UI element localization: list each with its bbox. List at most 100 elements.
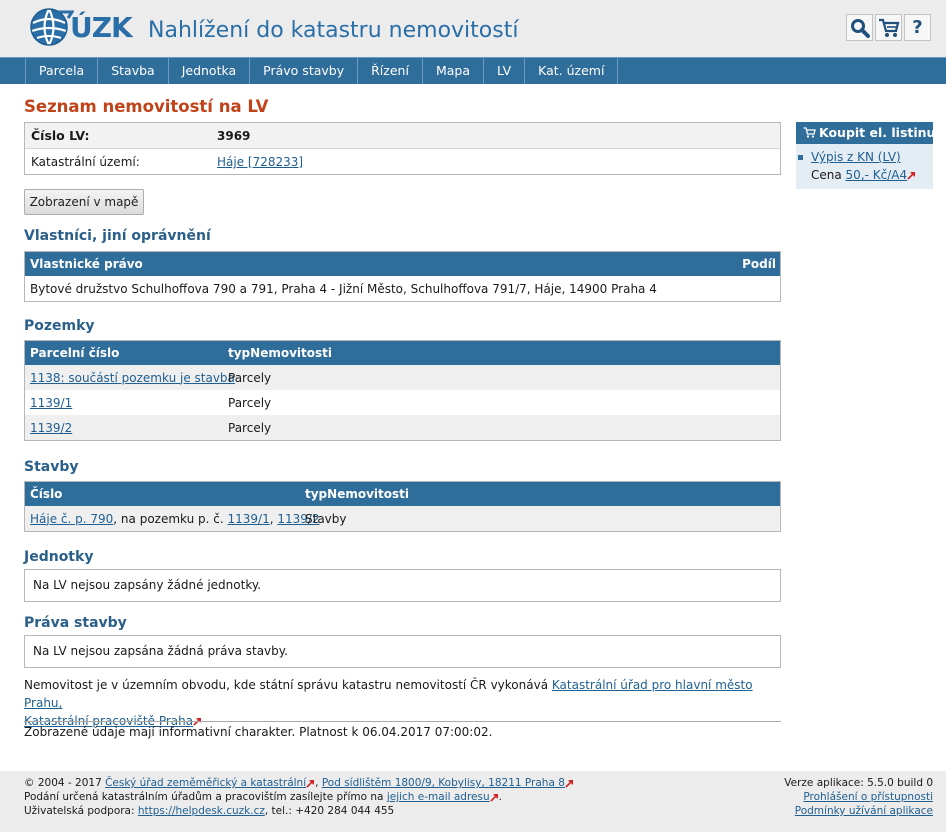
header-toolbar: ? [846,14,931,41]
building-rights-section-title: Práva stavby [24,615,127,631]
validity-note: Zobrazené údaje mají informativní charak… [24,725,493,739]
help-button[interactable]: ? [904,14,931,41]
lv-number-row: Číslo LV: 3969 [25,123,780,149]
footer-submission-line: Podání určená katastrálním úřadům a prac… [24,791,502,803]
table-row: Háje č. p. 790, na pozemku p. č. 1139/1,… [25,506,780,531]
cadastral-area-link[interactable]: Háje [728233] [217,155,303,169]
parcel-link[interactable]: 1139/1 [25,396,223,410]
buildings-section-title: Stavby [24,459,79,475]
buy-document-body: Výpis z KN (LV) Cena 50,- Kč/A4 [796,144,933,189]
footer: © 2004 - 2017 Český úřad zeměměřický a k… [0,771,946,832]
nav-item-kat-uzemi[interactable]: Kat. území [524,58,619,84]
buy-document-header: Koupit el. listinu [796,122,936,144]
page-title: Seznam nemovitostí na LV [24,97,269,116]
buildings-table-header: Číslo typNemovitosti [25,482,780,506]
help-icon: ? [912,17,923,38]
parcel-type: Parcely [228,420,272,435]
units-section-title: Jednotky [24,549,94,565]
external-link-icon [306,779,315,788]
app-version: Verze aplikace: 5.5.0 build 0 [784,777,933,789]
parcel-link[interactable]: 1138: součástí pozemku je stavba [25,371,235,385]
parcels-table: Parcelní číslo typNemovitosti 1138: souč… [24,340,781,441]
email-address-link[interactable]: jejich e-mail adresu [387,791,490,803]
app-title: Nahlížení do katastru nemovitostí [148,18,519,43]
lv-info-box: Číslo LV: 3969 Katastrální území: Háje [… [24,122,781,175]
building-cell: Háje č. p. 790, na pozemku p. č. 1139/1,… [25,511,320,526]
price-line: Cena 50,- Kč/A4 [796,166,933,184]
nav-item-jednotka[interactable]: Jednotka [167,58,249,84]
owners-table: Vlastnické právo Podíl Bytové družstvo S… [24,251,781,302]
table-row: 1138: součástí pozemku je stavba Parcely [25,365,780,390]
parcels-table-header: Parcelní číslo typNemovitosti [25,341,780,365]
accessibility-link[interactable]: Prohlášení o přístupnosti [803,791,933,803]
parcels-section-title: Pozemky [24,318,95,334]
divider [24,721,781,722]
parcel-type: Parcely [228,395,272,410]
main-nav: Parcela Stavba Jednotka Právo stavby Říz… [0,57,946,84]
cuzk-org-link[interactable]: Český úřad zeměměřický a katastrální [105,777,306,789]
owners-table-row: Bytové družstvo Schulhoffova 790 a 791, … [25,276,780,301]
building-parcel-link-1[interactable]: 1139/1 [228,512,270,526]
owner-name: Bytové družstvo Schulhoffova 790 a 791, … [30,281,657,296]
cuzk-logo[interactable]: ÚZK [28,6,133,48]
col-building-type: typNemovitosti [305,487,409,501]
nav-item-lv[interactable]: LV [482,58,524,84]
buy-document-box: Koupit el. listinu Výpis z KN (LV) Cena … [796,122,936,189]
cart-icon [878,18,899,37]
col-share: Podíl [742,257,776,271]
submission-text: Podání určená katastrálním úřadům a prac… [24,791,387,803]
bullet-icon [798,155,803,160]
building-link[interactable]: Háje č. p. 790 [30,512,113,526]
cart-button[interactable] [875,14,902,41]
copyright-text: © 2004 - 2017 [24,777,106,789]
support-text: Uživatelská podpora: [24,805,138,817]
parcel-link[interactable]: 1139/2 [25,421,223,435]
building-rights-message: Na LV nejsou zapsána žádná práva stavby. [24,635,781,668]
search-button[interactable] [846,14,873,41]
nav-item-parcela[interactable]: Parcela [25,58,97,84]
nav-item-stavba[interactable]: Stavba [97,58,168,84]
helpdesk-link[interactable]: https://helpdesk.cuzk.cz [138,805,265,817]
lv-number-label: Číslo LV: [31,128,90,143]
col-parcel-type: typNemovitosti [228,346,332,360]
footer-support-line: Uživatelská podpora: https://helpdesk.cu… [24,804,574,818]
col-building-number: Číslo [30,487,63,501]
buy-item: Výpis z KN (LV) [796,148,933,166]
header: ÚZK Nahlížení do katastru nemovitostí ? [0,0,946,57]
parcel-type: Parcely [228,370,272,385]
footer-copyright-line: © 2004 - 2017 Český úřad zeměměřický a k… [24,776,574,790]
col-ownership-right: Vlastnické právo [30,257,143,271]
show-on-map-button[interactable]: Zobrazení v mapě [24,189,144,215]
building-middle-text: , na pozemku p. č. [113,511,228,526]
table-row: 1139/2 Parcely [25,415,780,440]
cadastral-area-row: Katastrální území: Háje [728233] [25,149,780,175]
footer-left: © 2004 - 2017 Český úřad zeměměřický a k… [24,776,574,818]
lv-number-value: 3969 [217,128,251,143]
footer-sep: , [315,777,322,789]
buildings-table: Číslo typNemovitosti Háje č. p. 790, na … [24,481,781,532]
cadastral-area-label: Katastrální území: [31,155,140,169]
terms-link[interactable]: Podmínky užívání aplikace [795,805,933,817]
table-row: 1139/1 Parcely [25,390,780,415]
building-type: Stavby [305,511,347,526]
nav-item-pravo-stavby[interactable]: Právo stavby [249,58,357,84]
units-message: Na LV nejsou zapsány žádné jednotky. [24,569,781,602]
nav-item-rizeni[interactable]: Řízení [357,58,422,84]
cart-icon [803,127,816,138]
price-link[interactable]: 50,- Kč/A4 [846,168,908,182]
address-link[interactable]: Pod sídlištěm 1800/9, Kobylisy, 18211 Pr… [322,777,565,789]
lv-extract-link[interactable]: Výpis z KN (LV) [811,150,901,164]
buy-document-title: Koupit el. listinu [819,125,936,140]
footer-right: Verze aplikace: 5.5.0 build 0 Prohlášení… [784,776,933,818]
price-label: Cena [811,168,846,182]
external-link-icon [907,171,916,180]
support-phone: , tel.: +420 284 044 455 [264,805,395,817]
search-icon [850,18,870,38]
external-link-icon [489,793,498,802]
logo-text: ÚZK [70,10,133,44]
col-parcel-number: Parcelní číslo [30,346,120,360]
nav-item-mapa[interactable]: Mapa [421,58,483,84]
external-link-icon [565,779,573,788]
office-note-text: Nemovitost je v územním obvodu, kde stát… [24,678,552,692]
owners-section-title: Vlastníci, jiní oprávnění [24,228,211,244]
